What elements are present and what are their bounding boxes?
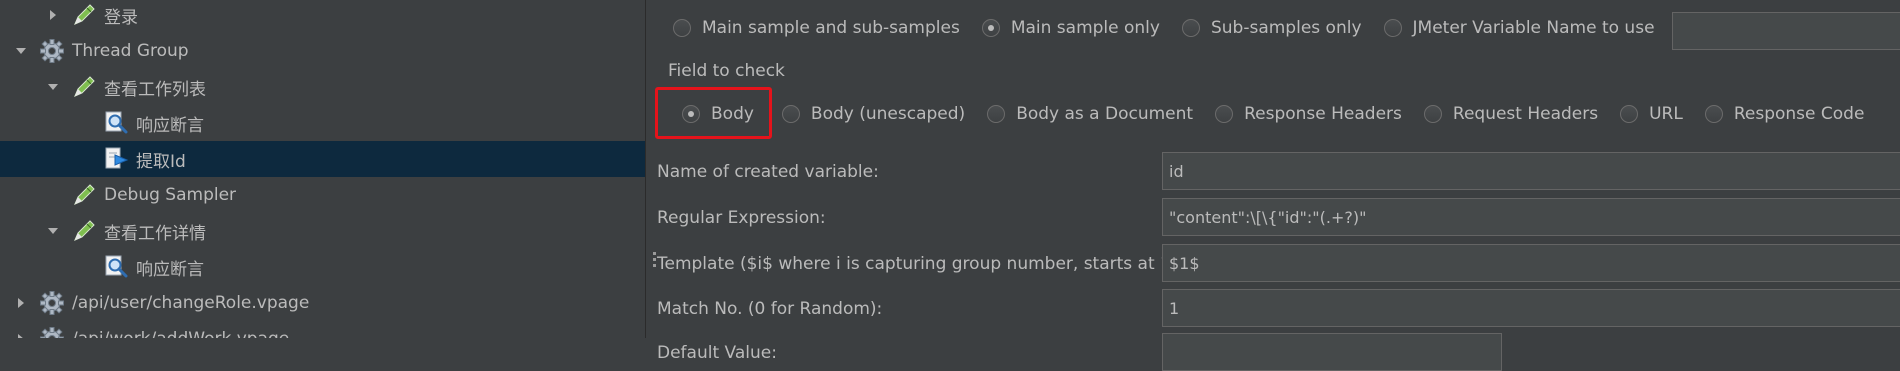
- collapse-arrow-icon[interactable]: [14, 332, 28, 338]
- radio-unchecked-icon[interactable]: [1215, 105, 1234, 123]
- test-plan-tree[interactable]: 登录 Thread Group 查看工作列表 响应断言 提取Id Debug S…: [0, 0, 650, 338]
- sampler-pencil-icon: [70, 181, 98, 209]
- radio-unchecked-icon[interactable]: [1383, 19, 1402, 37]
- field-to-check-radio-6[interactable]: Response Code: [1704, 104, 1865, 124]
- field-to-check-radio-5[interactable]: URL: [1620, 104, 1683, 124]
- radio-unchecked-icon[interactable]: [1181, 19, 1200, 37]
- tree-item[interactable]: /api/work/addWork.vpage: [0, 321, 650, 338]
- tree-item[interactable]: 查看工作详情: [0, 213, 650, 249]
- radio-label: JMeter Variable Name to use: [1412, 18, 1655, 38]
- radio-label: Main sample and sub-samples: [702, 18, 960, 38]
- field-label: Default Value:: [657, 343, 777, 363]
- jmeter-variable-name-input[interactable]: [1672, 12, 1900, 50]
- tree-item-label: /api/work/addWork.vpage: [72, 329, 289, 338]
- regex-input[interactable]: "content":\[\{"id":"(.+?)": [1162, 198, 1900, 236]
- sampler-pencil-icon: [70, 1, 98, 29]
- tree-item-label: 响应断言: [136, 115, 204, 136]
- field-label: Template ($i$ where i is capturing group…: [657, 254, 1184, 274]
- radio-label: Body as a Document: [1016, 104, 1194, 124]
- gear-icon: [38, 37, 66, 65]
- expand-arrow-icon[interactable]: [46, 224, 60, 238]
- radio-unchecked-icon[interactable]: [1704, 105, 1723, 123]
- sampler-pencil-icon: [70, 73, 98, 101]
- tree-item[interactable]: Debug Sampler: [0, 177, 650, 213]
- radio-label: Body (unescaped): [810, 104, 966, 124]
- expand-arrow-icon[interactable]: [46, 80, 60, 94]
- radio-label: Request Headers: [1452, 104, 1599, 124]
- radio-label: Main sample only: [1010, 18, 1160, 38]
- apply-to-radio-0[interactable]: Main sample and sub-samples: [673, 18, 960, 38]
- radio-label: Response Headers: [1244, 104, 1402, 124]
- tree-item[interactable]: Thread Group: [0, 33, 650, 69]
- extractor-icon: [102, 145, 130, 173]
- tree-item[interactable]: 响应断言: [0, 105, 650, 141]
- sampler-pencil-icon: [70, 217, 98, 245]
- radio-label: Response Code: [1733, 104, 1865, 124]
- divider-grip-dot: [653, 252, 656, 255]
- field-to-check-title: Field to check: [668, 61, 785, 81]
- apply-to-radio-2[interactable]: Sub-samples only: [1181, 18, 1362, 38]
- tree-item[interactable]: /api/user/changeRole.vpage: [0, 285, 650, 321]
- tree-item-label: 登录: [104, 7, 138, 28]
- tree-item-label: 提取Id: [136, 151, 186, 172]
- tree-item-label: 查看工作列表: [104, 79, 206, 100]
- template-input[interactable]: $1$: [1162, 244, 1900, 282]
- radio-label: Sub-samples only: [1210, 18, 1362, 38]
- radio-label: URL: [1649, 104, 1683, 124]
- radio-unchecked-icon[interactable]: [673, 19, 691, 37]
- radio-unchecked-icon[interactable]: [1620, 105, 1639, 123]
- field-to-check-radio-1[interactable]: Body (unescaped): [781, 104, 966, 124]
- tree-item[interactable]: 提取Id: [0, 141, 650, 177]
- field-label: Match No. (0 for Random):: [657, 299, 883, 319]
- gear-icon: [38, 325, 66, 338]
- collapse-arrow-icon[interactable]: [46, 8, 60, 22]
- collapse-arrow-icon[interactable]: [14, 296, 28, 310]
- radio-unchecked-icon[interactable]: [781, 105, 800, 123]
- default-value-input[interactable]: [1162, 333, 1502, 371]
- tree-item-label: 响应断言: [136, 259, 204, 280]
- tree-item-label: 查看工作详情: [104, 223, 206, 244]
- tree-item-label: Thread Group: [72, 41, 189, 61]
- divider-grip-dot: [653, 264, 656, 267]
- radio-unchecked-icon[interactable]: [987, 105, 1006, 123]
- field-to-check-radio-4[interactable]: Request Headers: [1423, 104, 1599, 124]
- field-to-check-radio-3[interactable]: Response Headers: [1215, 104, 1402, 124]
- tree-item[interactable]: 响应断言: [0, 249, 650, 285]
- apply-to-radio-1[interactable]: Main sample only: [981, 18, 1160, 38]
- variable-name-input[interactable]: id: [1162, 152, 1900, 190]
- body-option-highlight-box: [655, 87, 772, 139]
- match-number-input[interactable]: 1: [1162, 289, 1900, 327]
- field-label: Regular Expression:: [657, 208, 826, 228]
- field-to-check-radio-group: Body Body (unescaped) Body as a Document Re…: [682, 104, 1886, 124]
- radio-unchecked-icon[interactable]: [1423, 105, 1442, 123]
- assertion-magnifier-icon: [102, 109, 130, 137]
- field-to-check-radio-2[interactable]: Body as a Document: [987, 104, 1193, 124]
- divider-grip-dot: [653, 258, 656, 261]
- tree-item[interactable]: 登录: [0, 0, 650, 33]
- gear-icon: [38, 289, 66, 317]
- assertion-magnifier-icon: [102, 253, 130, 281]
- field-label: Name of created variable:: [657, 162, 879, 182]
- expand-arrow-icon[interactable]: [14, 44, 28, 58]
- tree-item-label: Debug Sampler: [104, 185, 237, 205]
- apply-to-radio-group: Main sample and sub-samples Main sample o…: [673, 18, 1677, 38]
- tree-item[interactable]: 查看工作列表: [0, 69, 650, 105]
- tree-item-label: /api/user/changeRole.vpage: [72, 293, 310, 313]
- apply-to-radio-3[interactable]: JMeter Variable Name to use: [1383, 18, 1655, 38]
- radio-checked-icon[interactable]: [981, 19, 1000, 37]
